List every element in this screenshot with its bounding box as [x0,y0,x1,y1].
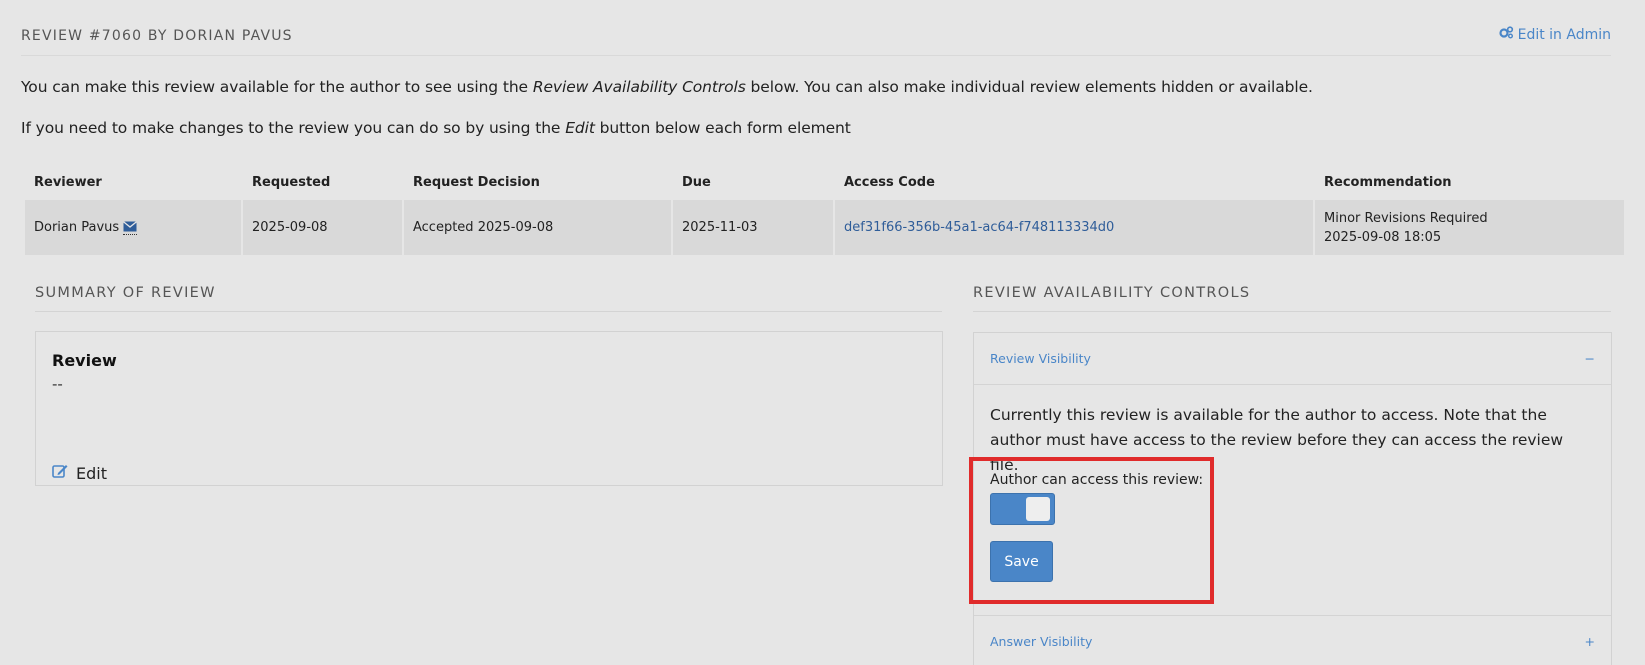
access-code-link[interactable]: def31f66-356b-45a1-ac64-f748113334d0 [844,220,1114,235]
edit-in-admin-link[interactable]: Edit in Admin [1498,26,1611,43]
review-visibility-title: Review Visibility [990,351,1091,366]
collapse-icon: − [1584,351,1595,366]
column-header-requested: Requested [252,175,331,190]
edit-label: Edit [76,463,107,483]
recommendation-text: Minor Revisions Required [1324,210,1488,226]
intro-text-part: If you need to make changes to the revie… [21,119,566,137]
intro-emphasis: Edit [565,119,595,137]
cell-recommendation: Minor Revisions Required 2025-09-08 18:0… [1315,200,1624,255]
intro-emphasis: Review Availability Controls [532,78,746,96]
answer-visibility-header[interactable]: Answer Visibility + [974,615,1611,665]
review-availability-controls-heading: REVIEW AVAILABILITY CONTROLS [973,280,1611,312]
column-header-access-code: Access Code [844,175,935,190]
review-visibility-header[interactable]: Review Visibility − [974,333,1611,385]
column-header-request-decision: Request Decision [413,175,540,190]
answer-visibility-title: Answer Visibility [990,634,1093,649]
intro-text-part: button below each form element [594,119,851,137]
intro-text-availability: You can make this review available for t… [21,78,1313,96]
intro-text-part: You can make this review available for t… [21,78,533,96]
cell-access-code: def31f66-356b-45a1-ac64-f748113334d0 [835,200,1313,255]
cell-due: 2025-11-03 [673,200,833,255]
intro-text-edit: If you need to make changes to the revie… [21,119,851,137]
cell-request-decision: Accepted 2025-09-08 [404,200,671,255]
author-access-label: Author can access this review: [990,472,1204,488]
cell-requested: 2025-09-08 [243,200,402,255]
edit-in-admin-label: Edit in Admin [1517,26,1611,43]
review-field-title: Review [52,351,117,370]
review-field-value: -- [52,375,63,393]
column-header-recommendation: Recommendation [1324,175,1452,190]
edit-icon [52,463,68,483]
intro-text-part: below. You can also make individual revi… [745,78,1313,96]
review-summary-card: Review -- Edit [35,331,943,486]
page-title: REVIEW #7060 BY DORIAN PAVUS [21,28,293,44]
recommendation-date: 2025-09-08 18:05 [1324,229,1442,245]
review-details-table: Reviewer Requested Request Decision Due … [23,166,1626,255]
toggle-knob [1026,497,1050,521]
gears-icon [1498,26,1514,43]
edit-review-button[interactable]: Edit [52,463,107,483]
page-header: REVIEW #7060 BY DORIAN PAVUS Edit in Adm… [21,24,1611,56]
summary-of-review-heading: SUMMARY OF REVIEW [35,280,942,312]
table-row: Dorian Pavus 2025-09-08 Accepted 2025-09… [25,200,1624,255]
author-access-toggle[interactable] [990,493,1055,525]
save-button[interactable]: Save [990,541,1053,582]
envelope-icon[interactable] [123,221,138,235]
column-header-due: Due [682,175,711,190]
column-header-reviewer: Reviewer [34,175,102,190]
expand-icon: + [1584,634,1595,649]
cell-reviewer: Dorian Pavus [25,200,241,255]
reviewer-name: Dorian Pavus [34,220,120,235]
